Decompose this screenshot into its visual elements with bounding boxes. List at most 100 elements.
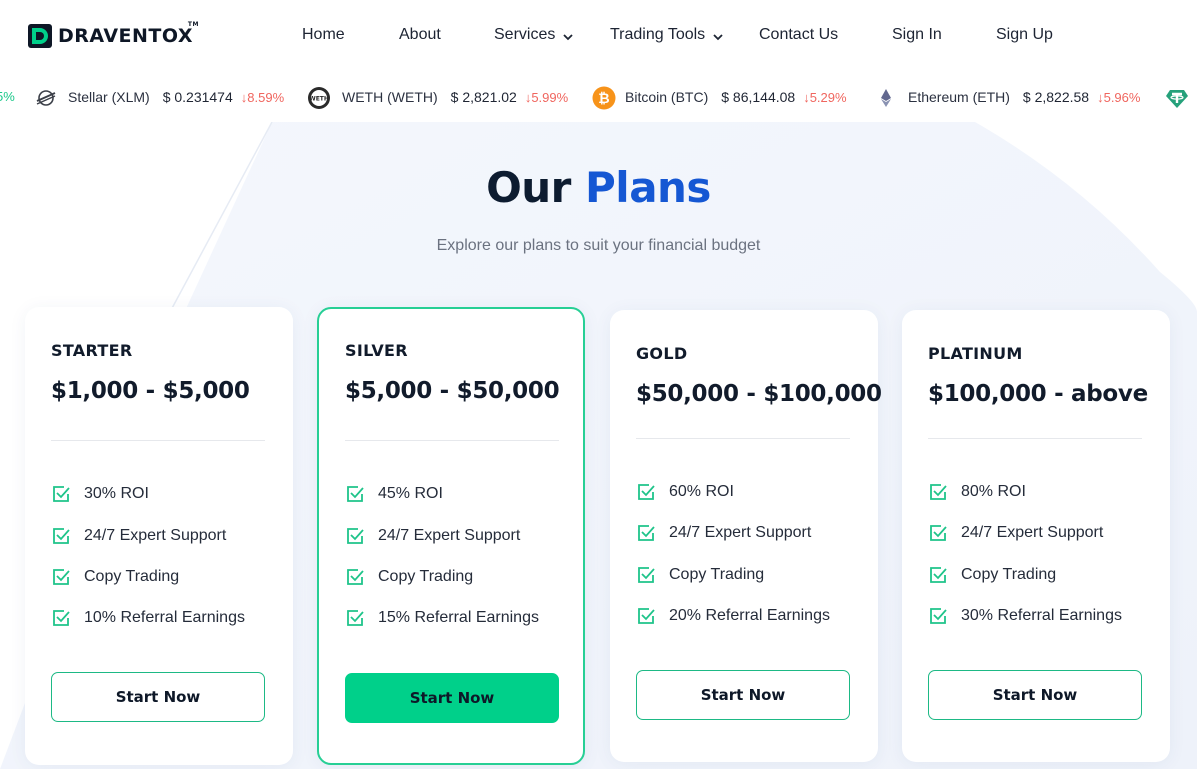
- feature-label: Copy Trading: [84, 568, 180, 585]
- start-now-button[interactable]: Start Now: [928, 670, 1142, 720]
- ticker-coin-name: Stellar (XLM): [68, 89, 150, 105]
- plan-name: SILVER: [345, 341, 408, 360]
- nav-contact-label: Contact Us: [759, 26, 839, 43]
- ticker-price: $ 86,144.08: [721, 89, 796, 105]
- plan-card-platinum: PLATINUM $100,000 - above 80% ROI 24/7 E…: [902, 310, 1170, 762]
- check-square-icon: [53, 569, 70, 585]
- nav-sign-in-label: Sign In: [892, 26, 942, 43]
- plan-range: $50,000 - $100,000: [636, 381, 882, 407]
- ticker-price: $ 2,822.58: [1022, 89, 1090, 105]
- site-header: DRAVENTOX TM Home About Services Trading…: [0, 0, 1197, 72]
- chevron-down-icon: [713, 34, 723, 41]
- check-square-icon: [638, 484, 655, 500]
- ticker-coin-name: Ethereum (ETH): [908, 89, 1010, 105]
- check-square-icon: [53, 486, 70, 502]
- feature-item: 20% Referral Earnings: [636, 606, 830, 626]
- nav-trading-tools[interactable]: Trading Tools: [610, 26, 723, 44]
- svg-text:WETH: WETH: [309, 96, 329, 103]
- feature-item: Copy Trading: [636, 565, 764, 585]
- check-square-icon: [930, 525, 947, 541]
- check-square-icon: [638, 567, 655, 583]
- check-square-icon: [638, 525, 655, 541]
- plan-name: STARTER: [51, 341, 133, 360]
- divider: [51, 440, 265, 441]
- feature-label: 20% Referral Earnings: [669, 607, 830, 624]
- trademark: TM: [187, 21, 199, 28]
- feature-item: 80% ROI: [928, 482, 1026, 502]
- check-square-icon: [930, 608, 947, 624]
- feature-label: Copy Trading: [378, 568, 474, 585]
- feature-item: 24/7 Expert Support: [636, 523, 811, 543]
- feature-item: 30% ROI: [51, 484, 149, 504]
- title-part-1: Our: [486, 163, 571, 212]
- plan-name: GOLD: [636, 344, 688, 363]
- nav-about[interactable]: About: [399, 26, 441, 44]
- feature-item: 45% ROI: [345, 484, 443, 504]
- tether-icon: [1166, 90, 1188, 108]
- ethereum-icon: [881, 89, 891, 107]
- plan-range: $1,000 - $5,000: [51, 378, 250, 404]
- nav-contact-us[interactable]: Contact Us: [759, 26, 838, 44]
- feature-item: 15% Referral Earnings: [345, 608, 539, 628]
- stellar-icon: [36, 90, 56, 106]
- feature-label: 80% ROI: [961, 483, 1026, 500]
- start-now-button[interactable]: Start Now: [636, 670, 850, 720]
- crypto-ticker: 5% Stellar (XLM) $ 0.231474 ↓8.59% WETH …: [0, 72, 1197, 122]
- ticker-change: ↓5.99%: [524, 89, 569, 105]
- feature-label: 24/7 Expert Support: [669, 524, 812, 541]
- divider: [636, 438, 850, 439]
- divider: [928, 438, 1142, 439]
- brand-name: DRAVENTOX TM: [58, 21, 198, 47]
- feature-label: 30% Referral Earnings: [961, 607, 1122, 624]
- nav-home-label: Home: [302, 26, 345, 43]
- feature-item: Copy Trading: [51, 567, 179, 587]
- check-square-icon: [53, 610, 70, 626]
- check-square-icon: [347, 610, 364, 626]
- chevron-down-icon: [563, 34, 573, 41]
- feature-label: 45% ROI: [378, 485, 443, 502]
- ticker-item-btc[interactable]: Bitcoin (BTC) $ 86,144.08 ↓5.29%: [625, 89, 847, 105]
- divider: [345, 440, 559, 441]
- feature-item: 10% Referral Earnings: [51, 608, 245, 628]
- ticker-change: ↓8.59%: [240, 89, 285, 105]
- start-now-button[interactable]: Start Now: [345, 673, 559, 723]
- feature-label: 24/7 Expert Support: [961, 524, 1104, 541]
- brand-logo[interactable]: DRAVENTOX TM: [28, 21, 198, 48]
- nav-sign-up[interactable]: Sign Up: [996, 26, 1053, 44]
- check-square-icon: [638, 608, 655, 624]
- ticker-item-weth[interactable]: WETH (WETH) $ 2,821.02 ↓5.99%: [342, 89, 568, 105]
- feature-label: 15% Referral Earnings: [378, 609, 539, 626]
- section-title: Our Plans: [0, 163, 1197, 212]
- weth-icon: WETH: [308, 87, 330, 109]
- section-subtitle: Explore our plans to suit your financial…: [436, 237, 761, 254]
- feature-label: 24/7 Expert Support: [84, 527, 227, 544]
- svg-text:₿: ₿: [598, 91, 609, 107]
- start-now-button[interactable]: Start Now: [51, 672, 265, 722]
- feature-label: 60% ROI: [669, 483, 734, 500]
- ticker-item-eth[interactable]: Ethereum (ETH) $ 2,822.58 ↓5.96%: [908, 89, 1140, 105]
- check-square-icon: [347, 486, 364, 502]
- plan-range: $5,000 - $50,000: [345, 378, 560, 404]
- ticker-item-partial: 5%: [0, 89, 15, 104]
- nav-sign-up-label: Sign Up: [996, 26, 1053, 43]
- plan-range: $100,000 - above: [928, 381, 1148, 407]
- ticker-coin-name: Bitcoin (BTC): [625, 89, 709, 105]
- plan-card-gold: GOLD $50,000 - $100,000 60% ROI 24/7 Exp…: [610, 310, 882, 762]
- nav-about-label: About: [399, 26, 441, 43]
- feature-label: Copy Trading: [669, 566, 765, 583]
- plan-card-silver: SILVER $5,000 - $50,000 45% ROI 24/7 Exp…: [317, 307, 585, 765]
- feature-item: Copy Trading: [928, 565, 1056, 585]
- nav-services[interactable]: Services: [494, 26, 573, 44]
- feature-item: Copy Trading: [345, 567, 473, 587]
- ticker-item-xlm[interactable]: Stellar (XLM) $ 0.231474 ↓8.59%: [68, 89, 284, 105]
- brand-name-text: DRAVENTOX: [58, 25, 193, 47]
- ticker-change: 5%: [0, 89, 15, 104]
- check-square-icon: [53, 528, 70, 544]
- bitcoin-icon: ₿: [592, 86, 616, 110]
- ticker-price: $ 0.231474: [162, 89, 233, 105]
- feature-label: 30% ROI: [84, 485, 149, 502]
- check-square-icon: [930, 484, 947, 500]
- nav-home[interactable]: Home: [302, 26, 345, 44]
- check-square-icon: [347, 528, 364, 544]
- nav-sign-in[interactable]: Sign In: [892, 26, 942, 44]
